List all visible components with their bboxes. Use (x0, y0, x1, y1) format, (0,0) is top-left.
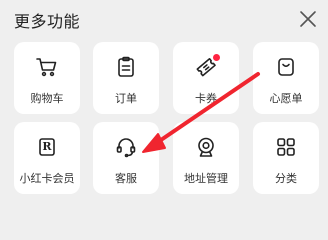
wishlist-bag-icon (274, 55, 298, 79)
item-label: 客服 (115, 172, 137, 185)
item-label: 订单 (115, 92, 137, 105)
item-label: 分类 (275, 172, 297, 185)
icon-letter: R (42, 140, 52, 153)
red-card-member-icon: R (35, 135, 59, 159)
shopping-cart-icon (35, 55, 59, 79)
item-label: 卡券 (195, 92, 217, 105)
item-label: 地址管理 (184, 172, 228, 185)
function-item-customer-service[interactable]: 客服 (93, 122, 159, 194)
address-camera-icon (194, 135, 218, 159)
category-grid-icon (274, 135, 298, 159)
item-label: 购物车 (30, 92, 64, 105)
function-item-wishlist[interactable]: 心愿单 (253, 42, 319, 114)
order-clipboard-icon (114, 55, 138, 79)
item-label: 小红卡会员 (19, 172, 75, 185)
more-functions-panel: 更多功能 购物车 订单 卡券 心愿单 R 小红卡会员 客服 地址管理 分类 (0, 0, 328, 208)
customer-service-headset-icon (114, 135, 138, 159)
function-item-address-management[interactable]: 地址管理 (173, 122, 239, 194)
notification-dot (213, 54, 220, 61)
item-label: 心愿单 (269, 92, 303, 105)
function-item-cart[interactable]: 购物车 (14, 42, 80, 114)
close-icon[interactable] (297, 8, 319, 30)
function-item-coupons[interactable]: 卡券 (173, 42, 239, 114)
function-item-categories[interactable]: 分类 (253, 122, 319, 194)
function-item-orders[interactable]: 订单 (93, 42, 159, 114)
function-item-red-card-member[interactable]: R 小红卡会员 (14, 122, 80, 194)
panel-title: 更多功能 (14, 12, 81, 31)
